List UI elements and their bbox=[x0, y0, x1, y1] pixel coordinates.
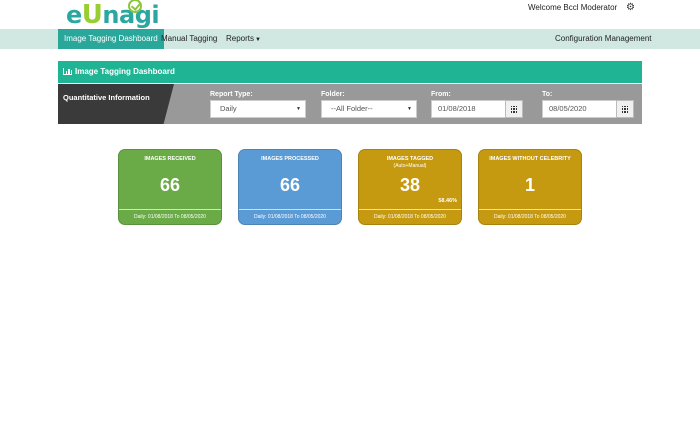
card-percent: 58.46% bbox=[438, 198, 457, 204]
card-footer: Daily: 01/08/2018 To 08/05/2020 bbox=[374, 214, 446, 220]
card-value: 1 bbox=[524, 175, 535, 195]
bar-chart-icon bbox=[63, 68, 72, 75]
card-divider bbox=[479, 209, 581, 210]
card-value: 38 bbox=[399, 175, 421, 195]
from-date-input[interactable]: 01/08/2018 bbox=[431, 100, 506, 118]
dropdown-arrow-icon: ▼ bbox=[296, 106, 301, 112]
nav-reports[interactable]: Reports▼ bbox=[220, 29, 267, 49]
nav-manual-tagging[interactable]: Manual Tagging bbox=[155, 29, 223, 49]
card-title: IMAGES PROCESSED bbox=[261, 156, 319, 162]
card-subtitle: (Auto+Manual) bbox=[393, 163, 427, 169]
caret-down-icon: ▼ bbox=[255, 37, 261, 43]
to-label: To: bbox=[542, 91, 553, 98]
logo-letter-u: U bbox=[81, 0, 103, 30]
logo-letter-e: e bbox=[66, 1, 82, 29]
calendar-icon[interactable] bbox=[616, 100, 634, 118]
images-processed-card[interactable]: IMAGES PROCESSED 66 Daily: 01/08/2018 To… bbox=[238, 149, 342, 225]
card-divider bbox=[359, 209, 461, 210]
card-footer: Daily: 01/08/2018 To 08/05/2020 bbox=[254, 214, 326, 220]
report-type-select[interactable]: Daily ▼ bbox=[210, 100, 306, 118]
eunagi-logo[interactable]: eUnagi bbox=[66, 0, 160, 30]
quantitative-info-label: Quantitative Information bbox=[58, 84, 174, 124]
dropdown-arrow-icon: ▼ bbox=[407, 106, 412, 112]
from-label: From: bbox=[431, 91, 451, 98]
images-tagged-card[interactable]: IMAGES TAGGED (Auto+Manual) 38 58.46% Da… bbox=[358, 149, 462, 225]
card-title: IMAGES TAGGED bbox=[386, 156, 434, 162]
nav-label: Manual Tagging bbox=[161, 34, 218, 43]
card-footer: Daily: 01/08/2018 To 08/05/2020 bbox=[494, 214, 566, 220]
report-type-value: Daily bbox=[220, 104, 237, 113]
to-date-input[interactable]: 08/05/2020 bbox=[542, 100, 617, 118]
card-divider bbox=[239, 209, 341, 210]
welcome-text: Welcome Bccl Moderator bbox=[528, 3, 618, 12]
card-title: IMAGES RECEIVED bbox=[144, 156, 196, 162]
card-value: 66 bbox=[279, 175, 301, 195]
panel-header: Image Tagging Dashboard bbox=[58, 61, 642, 83]
nav-label: Image Tagging Dashboard bbox=[64, 34, 158, 43]
calendar-icon[interactable] bbox=[505, 100, 523, 118]
top-header: eUnagi Welcome Bccl Moderator ⚙ bbox=[0, 0, 700, 29]
card-value: 66 bbox=[159, 175, 181, 195]
nav-label: Configuration Management bbox=[555, 34, 652, 43]
images-received-card[interactable]: IMAGES RECEIVED 66 Daily: 01/08/2018 To … bbox=[118, 149, 222, 225]
panel-title: Image Tagging Dashboard bbox=[75, 67, 175, 76]
card-title: IMAGES WITHOUT CELEBRITY bbox=[489, 156, 571, 162]
folder-select[interactable]: --All Folder-- ▼ bbox=[321, 100, 417, 118]
folder-label: Folder: bbox=[321, 91, 345, 98]
nav-image-tagging-dashboard[interactable]: Image Tagging Dashboard bbox=[58, 29, 164, 49]
images-without-celebrity-card[interactable]: IMAGES WITHOUT CELEBRITY 1 Daily: 01/08/… bbox=[478, 149, 582, 225]
gear-icon[interactable]: ⚙ bbox=[626, 2, 635, 13]
card-footer: Daily: 01/08/2018 To 08/05/2020 bbox=[134, 214, 206, 220]
card-divider bbox=[119, 209, 221, 210]
nav-configuration-management[interactable]: Configuration Management bbox=[549, 29, 658, 49]
filter-bar: Quantitative Information Report Type: Da… bbox=[58, 84, 642, 124]
report-type-label: Report Type: bbox=[210, 91, 253, 98]
folder-value: --All Folder-- bbox=[331, 104, 373, 113]
main-nav: Image Tagging Dashboard Manual Tagging R… bbox=[0, 29, 700, 49]
nav-label: Reports bbox=[226, 34, 255, 43]
